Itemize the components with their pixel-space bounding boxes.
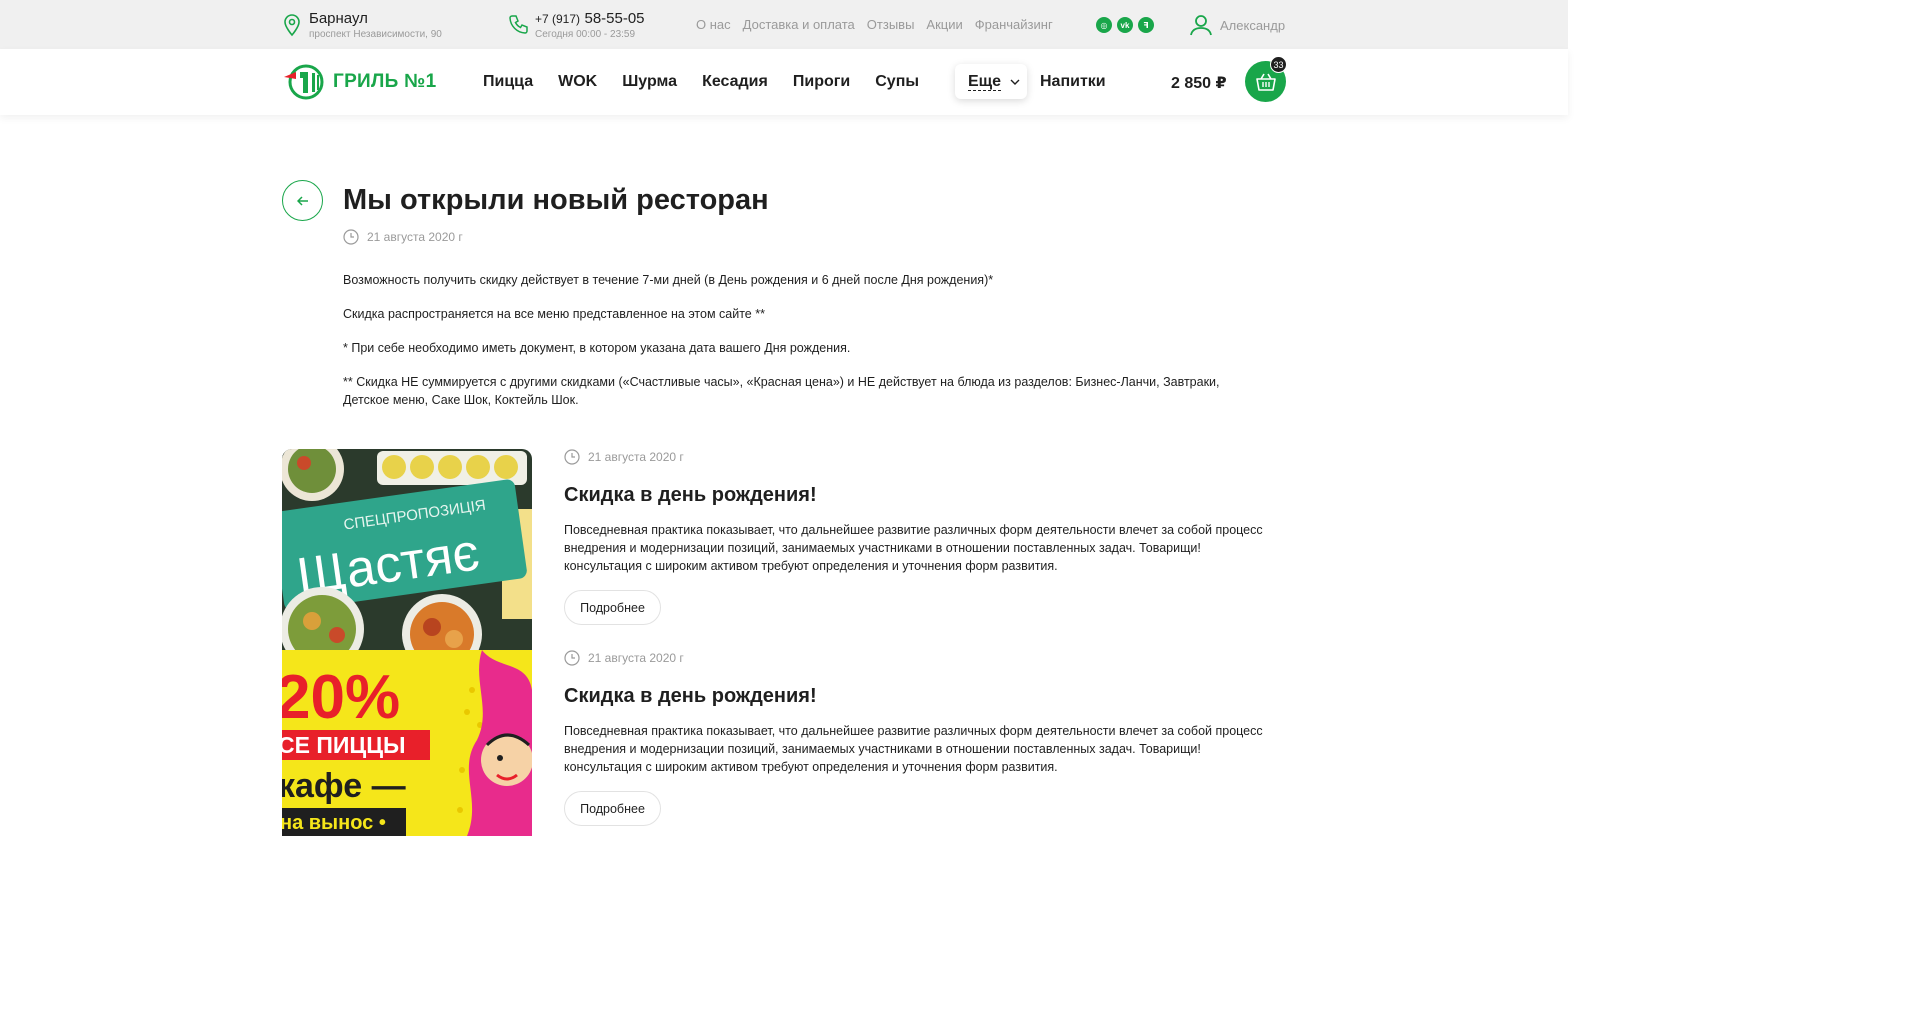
clock-icon (564, 650, 580, 666)
news-title[interactable]: Скидка в день рождения! (564, 685, 817, 708)
news-date: 21 августа 2020 г (564, 650, 684, 666)
promo-takeaway-text: на вынос • (282, 812, 386, 834)
cart-button[interactable]: 33 (1245, 56, 1287, 102)
cart-count-badge: 33 (1270, 56, 1287, 73)
nav-drinks[interactable]: Напитки (1040, 73, 1106, 91)
promo-happy-image: СПЕЦПРОПОЗИЦІЯ Щастяє (282, 449, 532, 650)
more-label: Еще (968, 72, 1002, 91)
article-date: 21 августа 2020 г (343, 229, 463, 245)
working-hours: Сегодня 00:00 - 23:59 (535, 29, 636, 40)
logo-text: ГРИЛЬ №1 (333, 71, 437, 92)
tripadvisor-icon[interactable]: ꟻ (1138, 17, 1154, 33)
basket-icon (1255, 73, 1276, 91)
nav-quesadilla[interactable]: Кесадия (702, 73, 768, 91)
news-date-text: 21 августа 2020 г (588, 651, 684, 665)
nav-wok[interactable]: WOK (558, 73, 597, 91)
location-pin-icon (284, 14, 300, 37)
phone-number[interactable]: 58-55-05 (584, 10, 644, 27)
chevron-down-icon (1010, 79, 1020, 85)
back-button[interactable] (282, 180, 323, 221)
promo-pizza-text: СЕ ПИЦЦЫ (282, 732, 406, 758)
more-menu-button[interactable]: Еще (955, 64, 1027, 99)
news-description: Повседневная практика показывает, что да… (564, 523, 1263, 573)
promo-pizza-image: 20% СЕ ПИЦЦЫ кафе — на вынос • (282, 650, 532, 836)
article-paragraph: Скидка распространяется на все меню пред… (343, 307, 765, 321)
link-franchise[interactable]: Франчайзинг (975, 17, 1053, 32)
phone-prefix: +7 (917) (535, 12, 581, 26)
news-image[interactable]: СПЕЦПРОПОЗИЦІЯ Щастяє (282, 449, 532, 650)
city-selector[interactable]: Барнаул проспект Независимости, 90 (282, 10, 442, 42)
promo-cafe-text: кафе — (282, 767, 406, 805)
top-links: О нас Доставка и оплата Отзывы Акции Фра… (696, 17, 1053, 32)
phone-icon (509, 15, 528, 34)
city-name[interactable]: Барнаул (309, 10, 442, 28)
link-delivery[interactable]: Доставка и оплата (743, 17, 855, 32)
social-links: ◎ vk ꟻ (1096, 17, 1154, 33)
main-nav: Пицца WOK Шурма Кесадия Пироги Супы (483, 73, 944, 91)
news-date: 21 августа 2020 г (564, 449, 684, 465)
article-paragraph: * При себе необходимо иметь документ, в … (343, 341, 851, 355)
clock-icon (564, 449, 580, 465)
page-title: Мы открыли новый ресторан (343, 184, 769, 216)
news-image[interactable]: 20% СЕ ПИЦЦЫ кафе — на вынос • (282, 650, 532, 836)
link-about[interactable]: О нас (696, 17, 731, 32)
nav-pies[interactable]: Пироги (793, 73, 850, 91)
clock-icon (343, 229, 359, 245)
city-address: проспект Независимости, 90 (309, 29, 442, 40)
phone-block[interactable]: +7 (917) 58-55-05 Сегодня 00:00 - 23:59 (507, 10, 645, 42)
arrow-left-icon (296, 195, 308, 206)
nav-pizza[interactable]: Пицца (483, 73, 533, 91)
article-body: Возможность получить скидку действует в … (343, 271, 1268, 425)
more-button[interactable]: Подробнее (564, 791, 661, 826)
logo-icon (284, 64, 324, 100)
nav-soups[interactable]: Супы (875, 73, 919, 91)
news-description: Повседневная практика показывает, что да… (564, 724, 1263, 774)
article-paragraph: Возможность получить скидку действует в … (343, 273, 994, 287)
news-title[interactable]: Скидка в день рождения! (564, 484, 817, 507)
main-header: ГРИЛЬ №1 Пицца WOK Шурма Кесадия Пироги … (0, 49, 1568, 115)
user-name[interactable]: Александр (1220, 18, 1285, 33)
user-account[interactable]: Александр (1188, 13, 1285, 37)
promo-percent-text: 20% (282, 663, 400, 732)
article-paragraph: ** Скидка НЕ суммируется с другими скидк… (343, 375, 1220, 407)
top-bar: Барнаул проспект Независимости, 90 +7 (9… (0, 0, 1568, 49)
logo[interactable]: ГРИЛЬ №1 (282, 63, 437, 101)
link-promotions[interactable]: Акции (926, 17, 962, 32)
link-reviews[interactable]: Отзывы (867, 17, 915, 32)
cart-total: 2 850 ₽ (1171, 75, 1227, 92)
user-icon (1190, 15, 1212, 36)
nav-shawarma[interactable]: Шурма (622, 73, 677, 91)
news-date-text: 21 августа 2020 г (588, 450, 684, 464)
vk-icon[interactable]: vk (1117, 17, 1133, 33)
article-date-text: 21 августа 2020 г (367, 230, 463, 244)
instagram-icon[interactable]: ◎ (1096, 17, 1112, 33)
more-button[interactable]: Подробнее (564, 590, 661, 625)
